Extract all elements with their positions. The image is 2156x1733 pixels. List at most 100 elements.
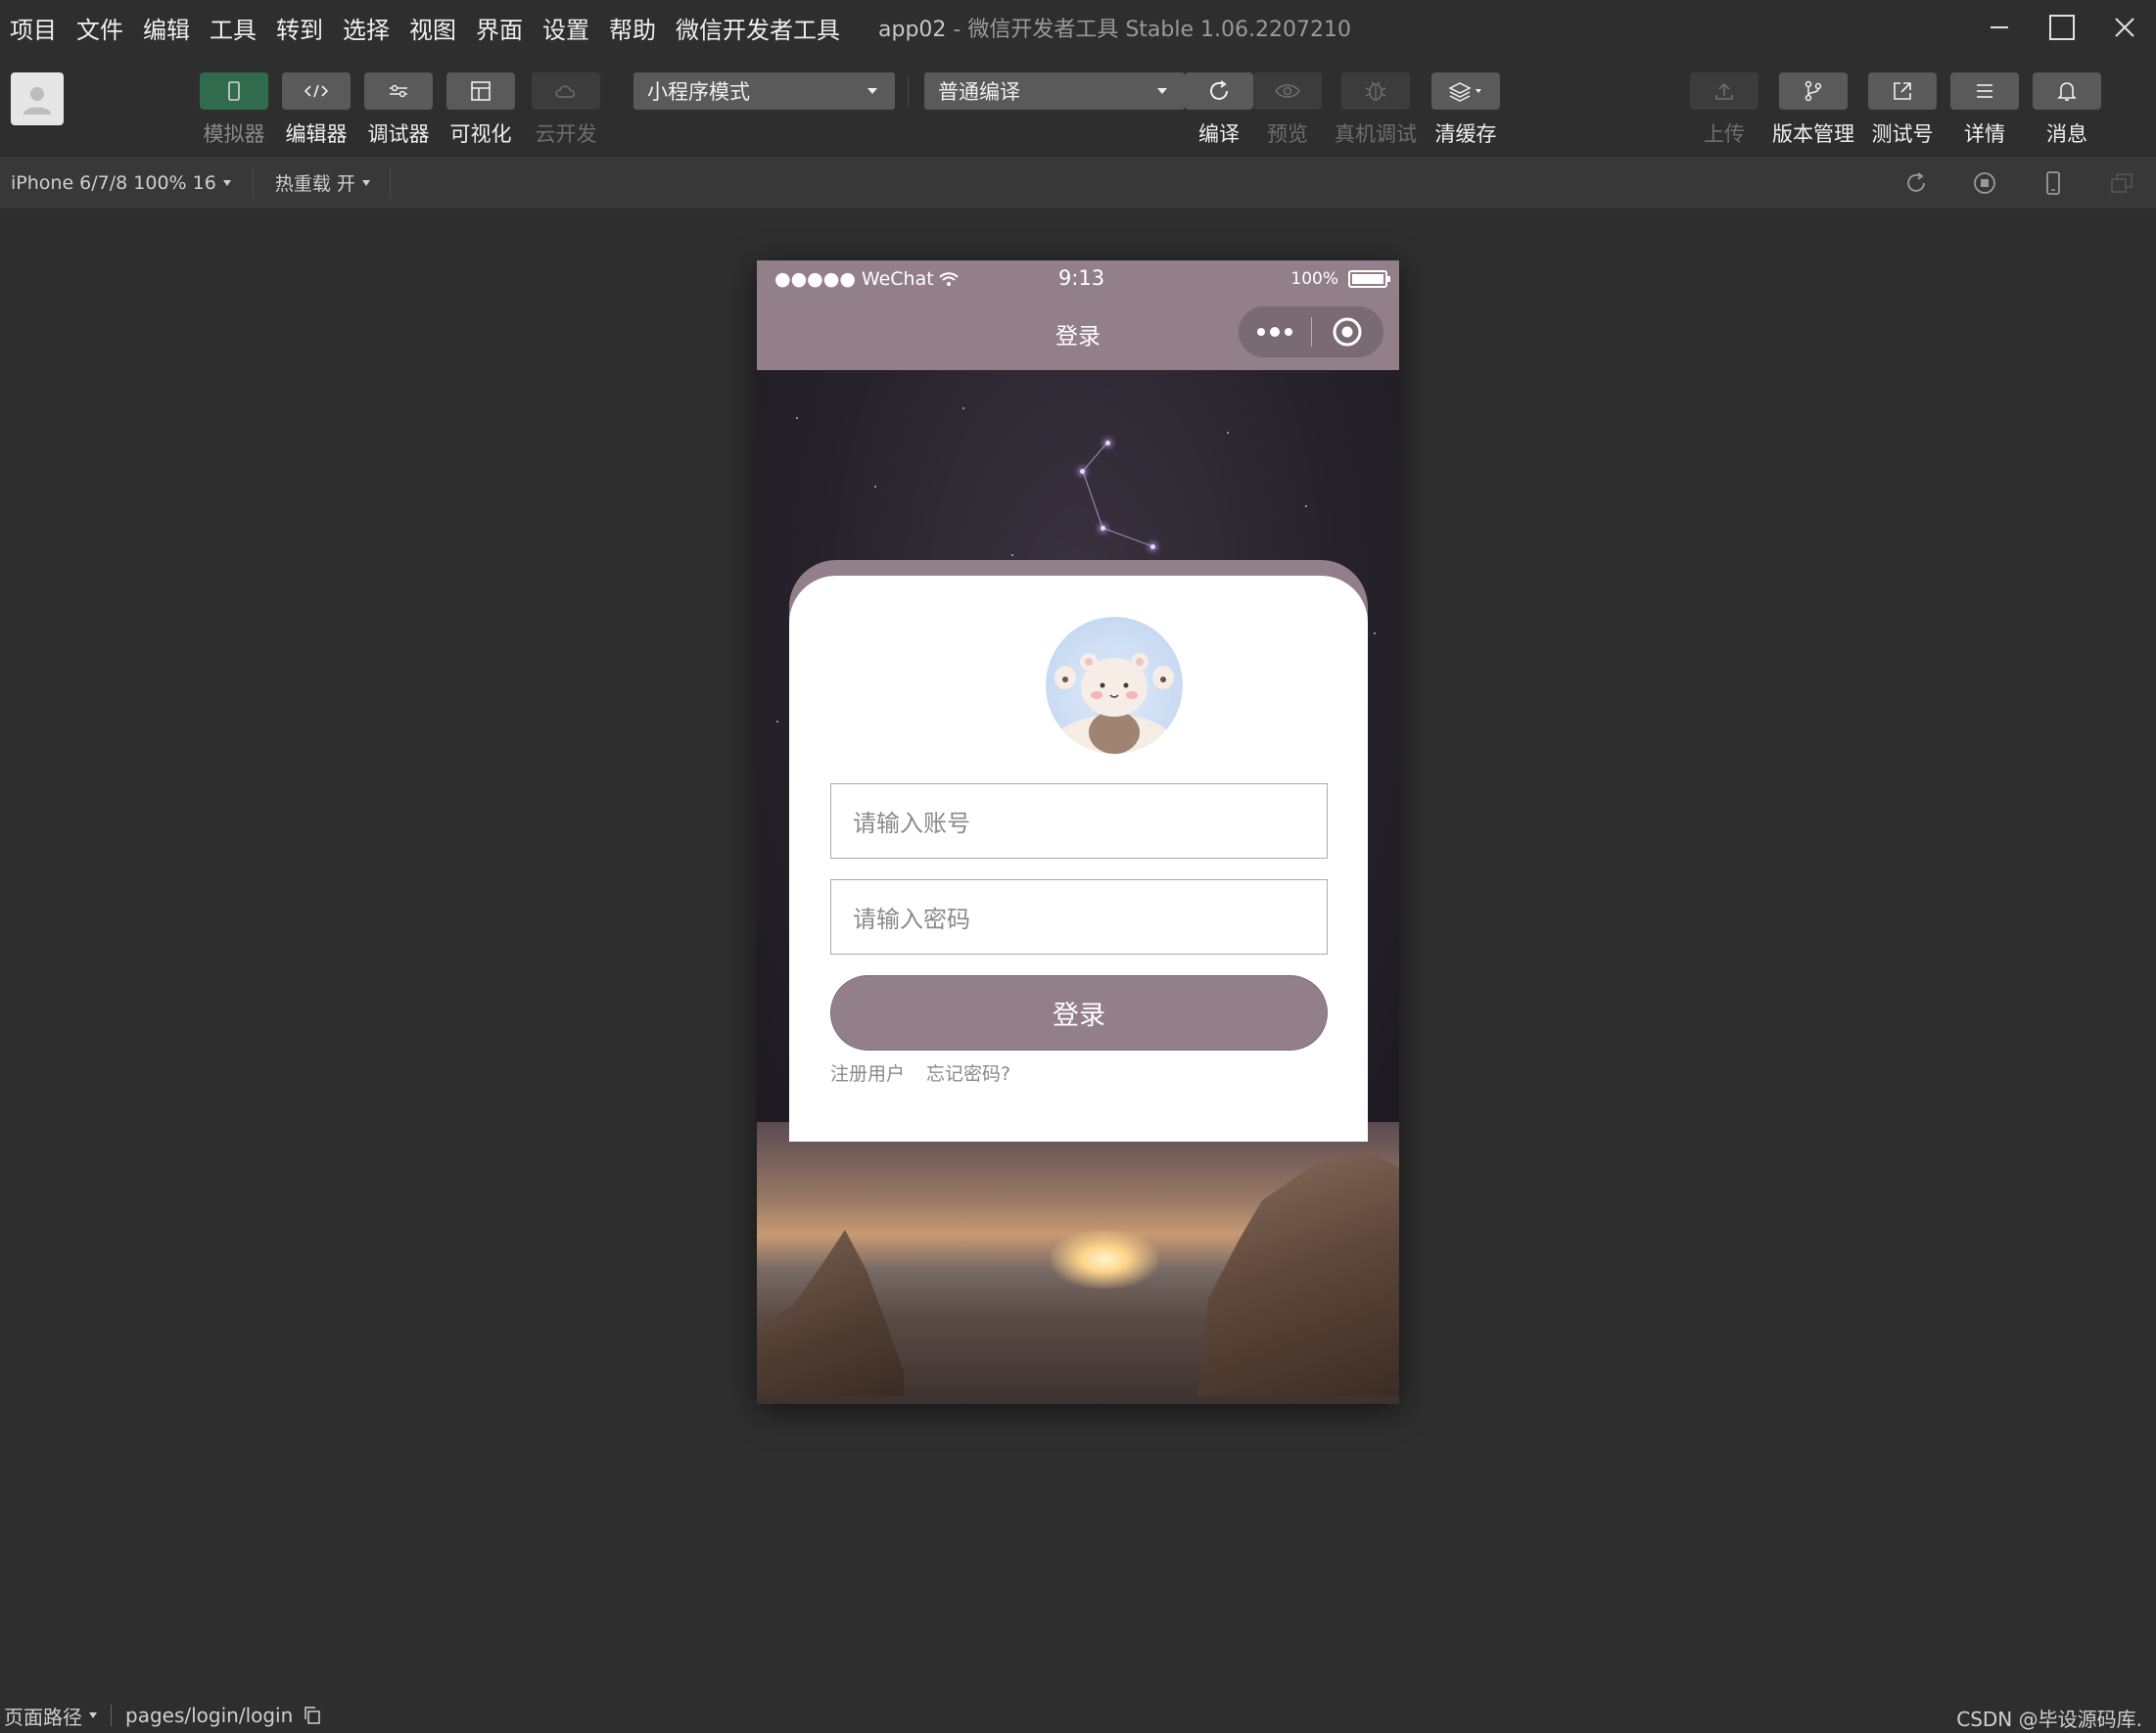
page-path-label: 页面路径 <box>4 1705 82 1729</box>
tool-compile-label: 编译 <box>1198 122 1240 146</box>
compile-select[interactable]: 普通编译 <box>924 72 1185 110</box>
csdn-watermark: CSDN @毕设源码库. <box>1956 1708 2142 1731</box>
tool-preview[interactable]: 预览 <box>1252 72 1323 148</box>
copy-icon[interactable] <box>303 1706 322 1725</box>
upload-icon <box>1715 82 1733 100</box>
battery-percent: 100% <box>1290 269 1338 289</box>
tool-preview-label: 预览 <box>1267 122 1308 146</box>
phone-status-bar: ●●●●● WeChat 9:13 100% <box>757 260 1399 298</box>
star <box>1101 526 1105 531</box>
detach-icon <box>2111 172 2133 193</box>
tool-details-label: 详情 <box>1964 122 2005 146</box>
menu-edit[interactable]: 编辑 <box>143 11 190 45</box>
star <box>1011 554 1013 556</box>
forgot-password-link[interactable]: 忘记密码? <box>926 1059 1010 1086</box>
menu-project[interactable]: 项目 <box>10 11 57 45</box>
close-miniprogram-button[interactable] <box>1312 305 1384 358</box>
refresh-icon <box>1210 80 1228 100</box>
tool-messages-label: 消息 <box>2046 122 2087 146</box>
tool-debugger[interactable]: 调试器 <box>363 72 434 148</box>
menu-file[interactable]: 文件 <box>76 11 123 45</box>
carrier-label: ●●●●● WeChat <box>774 268 934 290</box>
window-title-separator: - <box>946 18 968 42</box>
mode-select[interactable]: 小程序模式 <box>633 72 895 110</box>
carrier-signal: ●●●●● WeChat <box>774 268 960 290</box>
menu-goto[interactable]: 转到 <box>276 11 323 45</box>
star <box>874 486 876 488</box>
window-controls <box>1968 0 2156 55</box>
menu-help[interactable]: 帮助 <box>609 11 656 45</box>
password-input[interactable]: 请输入密码 <box>830 879 1328 955</box>
branch-icon <box>1804 80 1822 102</box>
subbar-divider <box>389 167 391 198</box>
register-link[interactable]: 注册用户 <box>830 1059 905 1086</box>
user-avatar[interactable] <box>11 72 64 125</box>
login-card: 请输入账号 请输入密码 登录 注册用户 忘记密码? <box>789 576 1368 1142</box>
simulator-subbar: iPhone 6/7/8 100% 16 热重载 开 <box>0 157 2156 209</box>
menu-tools[interactable]: 工具 <box>210 11 257 45</box>
hot-reload-label: 热重载 开 <box>274 173 355 195</box>
star <box>1150 544 1155 549</box>
eye-icon <box>1275 84 1300 98</box>
code-icon <box>304 84 329 98</box>
password-placeholder: 请输入密码 <box>853 906 970 933</box>
tool-visual[interactable]: 可视化 <box>445 72 516 148</box>
phone-icon <box>228 81 240 101</box>
menu-settings[interactable]: 设置 <box>542 11 589 45</box>
detach-window-button[interactable] <box>2087 157 2156 209</box>
cloud-icon <box>555 85 575 98</box>
tool-cloud[interactable]: 云开发 <box>531 72 601 148</box>
rotate-button[interactable] <box>1882 157 1950 209</box>
menu-devtools[interactable]: 微信开发者工具 <box>676 11 840 45</box>
login-avatar <box>1046 617 1183 754</box>
tool-messages[interactable]: 消息 <box>2032 72 2102 148</box>
tool-cloud-label: 云开发 <box>535 122 597 146</box>
tool-editor-label: 编辑器 <box>285 122 348 146</box>
page-path-select[interactable]: 页面路径 <box>4 1702 97 1730</box>
tool-real-device[interactable]: 真机调试 <box>1335 72 1417 148</box>
subbar-divider <box>252 167 254 198</box>
star <box>962 407 964 409</box>
star <box>1080 469 1085 474</box>
tool-compile[interactable]: 编译 <box>1184 72 1254 148</box>
battery-status: 100% <box>1290 269 1390 289</box>
simulator-screen: ●●●●● WeChat 9:13 100% 登录 请输入账号 请输入密码 登录… <box>757 260 1399 1404</box>
maximize-button[interactable] <box>2031 0 2093 55</box>
more-button[interactable] <box>1239 305 1311 358</box>
hot-reload-toggle[interactable]: 热重载 开 <box>275 169 370 196</box>
menu-view[interactable]: 视图 <box>409 11 456 45</box>
menu-interface[interactable]: 界面 <box>476 11 523 45</box>
device-select[interactable]: iPhone 6/7/8 100% 16 <box>11 172 231 194</box>
star <box>796 417 798 419</box>
minimize-button[interactable] <box>1968 0 2031 55</box>
tool-version[interactable]: 版本管理 <box>1772 72 1854 148</box>
tool-test-account-label: 测试号 <box>1871 122 1934 146</box>
user-icon <box>23 87 51 115</box>
star <box>776 721 778 723</box>
layers-icon <box>1448 82 1481 102</box>
star <box>1227 432 1229 434</box>
tool-clear-cache[interactable]: 清缓存 <box>1430 72 1501 148</box>
layout-icon <box>471 81 491 101</box>
bug-icon <box>1365 81 1386 101</box>
tool-details[interactable]: 详情 <box>1949 72 2020 148</box>
stop-button[interactable] <box>1950 157 2019 209</box>
login-button[interactable]: 登录 <box>830 975 1328 1051</box>
bell-icon <box>2057 82 2077 101</box>
tool-simulator[interactable]: 模拟器 <box>199 72 269 148</box>
chevron-down-icon <box>361 179 370 186</box>
tool-clear-cache-label: 清缓存 <box>1434 122 1497 146</box>
menu-select[interactable]: 选择 <box>343 11 390 45</box>
device-frame-button[interactable] <box>2019 157 2087 209</box>
tool-simulator-label: 模拟器 <box>203 122 265 146</box>
account-input[interactable]: 请输入账号 <box>830 783 1328 859</box>
bottom-status-bar: 页面路径 pages/login/login CSDN @毕设源码库. <box>0 1698 2156 1733</box>
chevron-down-icon <box>222 179 231 186</box>
external-link-icon <box>1894 82 1911 100</box>
tool-test-account[interactable]: 测试号 <box>1867 72 1938 148</box>
tool-real-device-label: 真机调试 <box>1335 122 1417 146</box>
tool-editor[interactable]: 编辑器 <box>281 72 352 148</box>
tool-debugger-label: 调试器 <box>367 122 430 146</box>
tool-upload[interactable]: 上传 <box>1689 72 1759 148</box>
close-window-button[interactable] <box>2093 0 2156 55</box>
